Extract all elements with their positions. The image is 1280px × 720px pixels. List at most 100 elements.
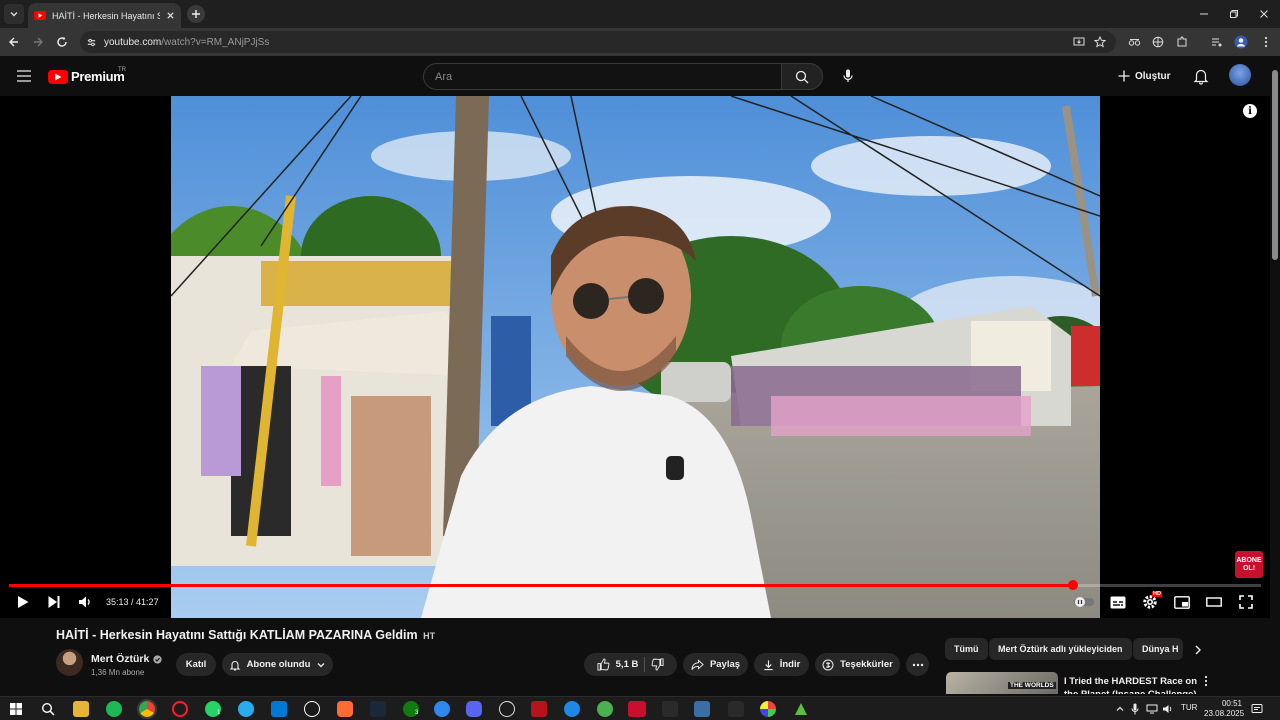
extension-incognito-button[interactable] <box>1126 34 1142 50</box>
tab-search-button[interactable] <box>4 4 24 24</box>
recommended-video[interactable]: THE WORLDS I Tried the HARDEST Race on t… <box>946 672 1246 694</box>
chip-world[interactable]: Dünya H <box>1133 638 1183 660</box>
install-app-button[interactable] <box>1071 34 1087 50</box>
search-button[interactable] <box>781 63 823 90</box>
chips-next-button[interactable] <box>1191 643 1205 657</box>
guide-menu-button[interactable] <box>17 70 31 82</box>
theater-mode-button[interactable] <box>1205 593 1223 611</box>
premium-wordmark: Premium <box>71 69 125 84</box>
opera-icon[interactable] <box>172 701 188 717</box>
minimize-button[interactable] <box>1196 6 1212 22</box>
app-blue-icon[interactable] <box>434 701 450 717</box>
subscribe-watermark[interactable]: ABONE OL! <box>1235 551 1263 578</box>
download-button[interactable]: İndir <box>754 653 809 676</box>
account-avatar[interactable] <box>1229 64 1251 86</box>
steam-icon[interactable] <box>370 701 386 717</box>
scrollbar-thumb[interactable] <box>1272 70 1278 260</box>
youtube-premium-logo[interactable]: Premium <box>48 69 125 84</box>
mute-button[interactable] <box>77 593 93 611</box>
app-arrow-icon[interactable] <box>728 701 744 717</box>
extensions-button[interactable] <box>1174 34 1190 50</box>
bookmark-button[interactable] <box>1092 34 1108 50</box>
app-wave-icon[interactable] <box>564 701 580 717</box>
file-explorer-icon[interactable] <box>73 701 89 717</box>
browser-menu-button[interactable] <box>1258 34 1274 50</box>
app-circle-icon[interactable] <box>304 701 320 717</box>
vscode-icon[interactable] <box>271 701 287 717</box>
channel-name[interactable]: Mert Öztürk <box>91 653 162 665</box>
next-button[interactable] <box>46 593 62 611</box>
chip-all[interactable]: Tümü <box>945 638 988 660</box>
extension-globe-button[interactable] <box>1150 34 1166 50</box>
create-button[interactable]: Oluştur <box>1118 65 1171 87</box>
puzzle-icon <box>1177 36 1187 47</box>
video-frame[interactable] <box>171 96 1100 618</box>
recommended-video-menu[interactable] <box>1204 675 1214 689</box>
autoplay-toggle[interactable] <box>1073 593 1095 611</box>
browser-tab-active[interactable]: HAİTİ - Herkesin Hayatını Sattığı KATLİA… <box>28 3 181 28</box>
share-button[interactable]: Paylaş <box>683 653 748 676</box>
video-title-suffix: HT <box>423 631 436 641</box>
search-input[interactable] <box>435 70 781 83</box>
like-button[interactable]: 5,1 B <box>597 658 638 671</box>
new-tab-button[interactable] <box>187 5 205 23</box>
close-window-button[interactable] <box>1256 6 1272 22</box>
app-red-icon[interactable] <box>531 701 547 717</box>
subscribed-button[interactable]: Abone olundu <box>222 653 333 676</box>
chrome-icon[interactable] <box>137 699 157 719</box>
play-button[interactable] <box>15 593 31 611</box>
system-clock[interactable]: 00:51 23.08.2025 <box>1204 699 1244 719</box>
postman-icon[interactable] <box>337 701 353 717</box>
start-button[interactable] <box>8 701 24 717</box>
app-green-icon[interactable] <box>597 701 613 717</box>
epic-games-icon[interactable] <box>662 701 678 717</box>
address-bar[interactable]: youtube.com/watch?v=RM_ANjPJjSs <box>80 31 1116 53</box>
subscriber-count: 1,36 Mn abone <box>91 668 145 677</box>
site-settings-icon[interactable] <box>86 37 97 48</box>
page-scrollbar[interactable] <box>1270 56 1280 696</box>
forward-button[interactable] <box>30 34 46 50</box>
recommended-video-title[interactable]: I Tried the HARDEST Race on the Planet (… <box>1064 675 1204 694</box>
tab-close-icon[interactable] <box>166 11 175 20</box>
voice-search-button[interactable] <box>838 66 858 86</box>
app-colorful-icon[interactable] <box>760 701 776 717</box>
arrow-right-icon <box>34 37 43 47</box>
input-language[interactable]: TUR <box>1181 703 1197 712</box>
media-control-button[interactable] <box>1209 34 1225 50</box>
app-triangle-icon[interactable] <box>793 701 809 717</box>
discord-icon[interactable] <box>466 701 482 717</box>
notification-center-button[interactable] <box>1251 703 1263 715</box>
notification-center-icon <box>1251 704 1263 713</box>
taskbar-search-button[interactable] <box>40 701 56 717</box>
app-gamepad-icon[interactable] <box>499 701 515 717</box>
thumbs-down-icon <box>651 658 664 671</box>
telegram-icon[interactable] <box>238 701 254 717</box>
app-banner-icon[interactable] <box>628 701 646 717</box>
more-actions-button[interactable] <box>906 653 929 676</box>
chip-from-uploader[interactable]: Mert Öztürk adlı yükleyiciden <box>989 638 1132 660</box>
join-button[interactable]: Katıl <box>176 653 216 676</box>
youtube-play-logo-icon <box>48 69 68 84</box>
tray-overflow-button[interactable] <box>1115 704 1125 714</box>
progress-bar[interactable] <box>9 580 1261 590</box>
reload-button[interactable] <box>54 34 70 50</box>
join-label: Katıl <box>185 659 207 670</box>
back-button[interactable] <box>6 34 22 50</box>
notifications-button[interactable] <box>1192 67 1210 85</box>
fullscreen-button[interactable] <box>1237 593 1255 611</box>
dislike-button[interactable] <box>651 658 664 671</box>
thanks-button[interactable]: Teşekkürler <box>815 653 900 676</box>
spotify-icon[interactable] <box>106 701 122 717</box>
tray-mic-button[interactable] <box>1131 703 1139 715</box>
tray-network-button[interactable] <box>1146 703 1158 715</box>
video-player[interactable]: i ABONE OL! 35:13 / 41:27 HD <box>0 96 1270 618</box>
play-icon <box>18 596 29 608</box>
restore-button[interactable] <box>1226 6 1242 22</box>
tray-volume-button[interactable] <box>1162 703 1174 715</box>
app-window-icon[interactable] <box>694 701 710 717</box>
profile-button[interactable] <box>1233 34 1249 50</box>
info-icon[interactable]: i <box>1243 104 1257 118</box>
subtitles-button[interactable] <box>1109 593 1127 611</box>
channel-avatar[interactable] <box>56 649 83 676</box>
miniplayer-button[interactable] <box>1173 593 1191 611</box>
